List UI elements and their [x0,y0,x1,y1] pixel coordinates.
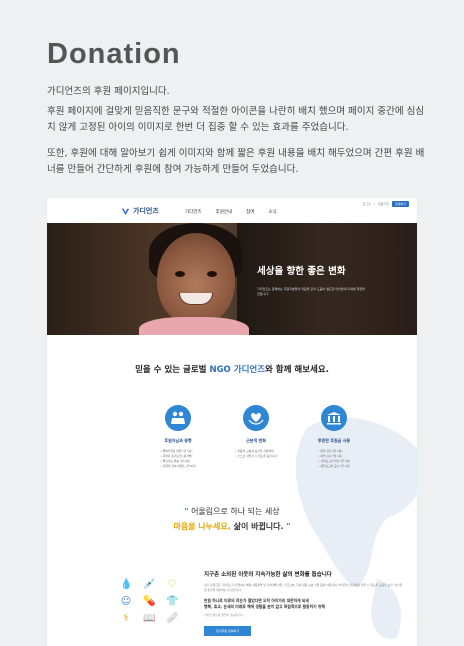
info-body: 정기 후원금은 가디언즈가 진행하는 해외 아동결연 및 지역개발사업, 긴급구… [204,583,403,592]
website-preview: 로그인 | 회원가입 후원하기 가디언즈 가디언즈 후원안내 참여 소식 세상을… [47,198,417,646]
site-logo[interactable]: 가디언즈 [121,206,159,216]
water-drop-icon: 💧 [120,579,133,590]
pillar-transparency: 투명한 후원금 사용 • 외부 감사 (연 1회) • 내부 감사 (월 1회)… [306,405,362,469]
shirt-icon: 👕 [166,596,179,607]
bank-icon [321,405,347,431]
page-title: Donation [47,38,181,70]
logo-icon [121,208,130,215]
section-headline: 믿을 수 있는 글로벌 NGO 가디언즈와 함께 해보세요. [135,365,329,375]
nav-item-guardians[interactable]: 가디언즈 [185,209,202,215]
info-title: 지구촌 소외된 이웃의 지속가능한 삶의 변화를 돕습니다 [204,572,332,578]
donation-info: 지구촌 소외된 이웃의 지속가능한 삶의 변화를 돕습니다 정기 후원금은 가디… [204,570,404,636]
heart-hands-icon [243,405,269,431]
hero-description: 가디언즈는 함께하는 후원자분들의 마음을 모아 도움이 필요한 아이들의 미래… [257,287,365,296]
site-header: 로그인 | 회원가입 후원하기 가디언즈 가디언즈 후원안내 참여 소식 [47,198,417,223]
medicine-icon: ⚕ [123,613,129,624]
nav-item-donation-guide[interactable]: 후원안내 [216,209,233,215]
heart-icon: ♡ [167,579,177,590]
main-nav: 가디언즈 후원안내 참여 소식 [185,209,277,215]
pillar-companionship: 후원자님과 동행 • 해외사업장 방문 (연 1회) • 후원자 정기모임 (분… [150,405,206,469]
book-icon: 📖 [143,613,156,624]
people-icon [165,405,191,431]
quote-line-2: 삶이 바뀝니다. [230,522,284,531]
info-note: 기부금 영수증 발급이 가능합니다. [204,613,244,617]
logo-text: 가디언즈 [133,207,159,215]
headline-accent: NGO 가디언즈 [209,365,266,375]
signup-link[interactable]: 회원가입 [378,202,389,206]
hero-banner: 세상을 향한 좋은 변화 가디언즈는 함께하는 후원자분들의 마음을 모아 도움… [47,223,417,335]
utility-links: 로그인 | 회원가입 후원하기 [363,201,409,207]
pillars: 후원자님과 동행 • 해외사업장 방문 (연 1회) • 후원자 정기모임 (분… [150,405,362,469]
baby-icon: ☺ [120,596,132,607]
hero-title: 세상을 향한 좋은 변화 [257,266,346,277]
quote-line-1: 어울림으로 하나 되는 세상 [191,507,280,516]
regular-donation-button[interactable]: 정기후원 참여하기 [204,626,252,636]
page-subtitle: 가디언즈의 후원 페이지입니다. [47,86,170,97]
donation-item-icons: 💧 💉 ♡ ☺ 💊 👕 ⚕ 📖 🩹 [120,579,190,625]
info-emphasis-2: 행복, 효교, 온세의 미래로 해에 생활을 분이 없고 독립적으로 활동하기 … [204,604,325,609]
pillar-fundamental-change: 근본적 변화 • 아동의 교육과 보건을 지원하여 • 스스로 자립할 수 있도… [228,405,284,469]
description-paragraph-1: 후원 페이지에 걸맞게 믿음직한 문구와 적절한 아이콘을 나란히 배치 했으며… [47,106,425,133]
bandage-icon: 🩹 [166,613,179,624]
nav-item-participate[interactable]: 참여 [246,209,254,215]
hero-text: 세상을 향한 좋은 변화 가디언즈는 함께하는 후원자분들의 마음을 모아 도움… [257,263,367,297]
nav-item-news[interactable]: 소식 [268,209,276,215]
syringe-icon: 💉 [143,579,156,590]
login-link[interactable]: 로그인 [363,202,371,206]
donate-button[interactable]: 후원하기 [391,201,409,207]
quote-section: " 어울림으로 하나 되는 세상 마음을 나누세요, 삶이 바뀝니다. " [173,507,291,531]
pill-icon: 💊 [143,596,156,607]
quote-highlight: 마음을 나누세요, [173,522,231,531]
description-paragraph-2: 또한, 후원에 대해 알아보기 쉽게 이미지와 함께 짧은 후원 내용을 배치 … [47,148,425,175]
